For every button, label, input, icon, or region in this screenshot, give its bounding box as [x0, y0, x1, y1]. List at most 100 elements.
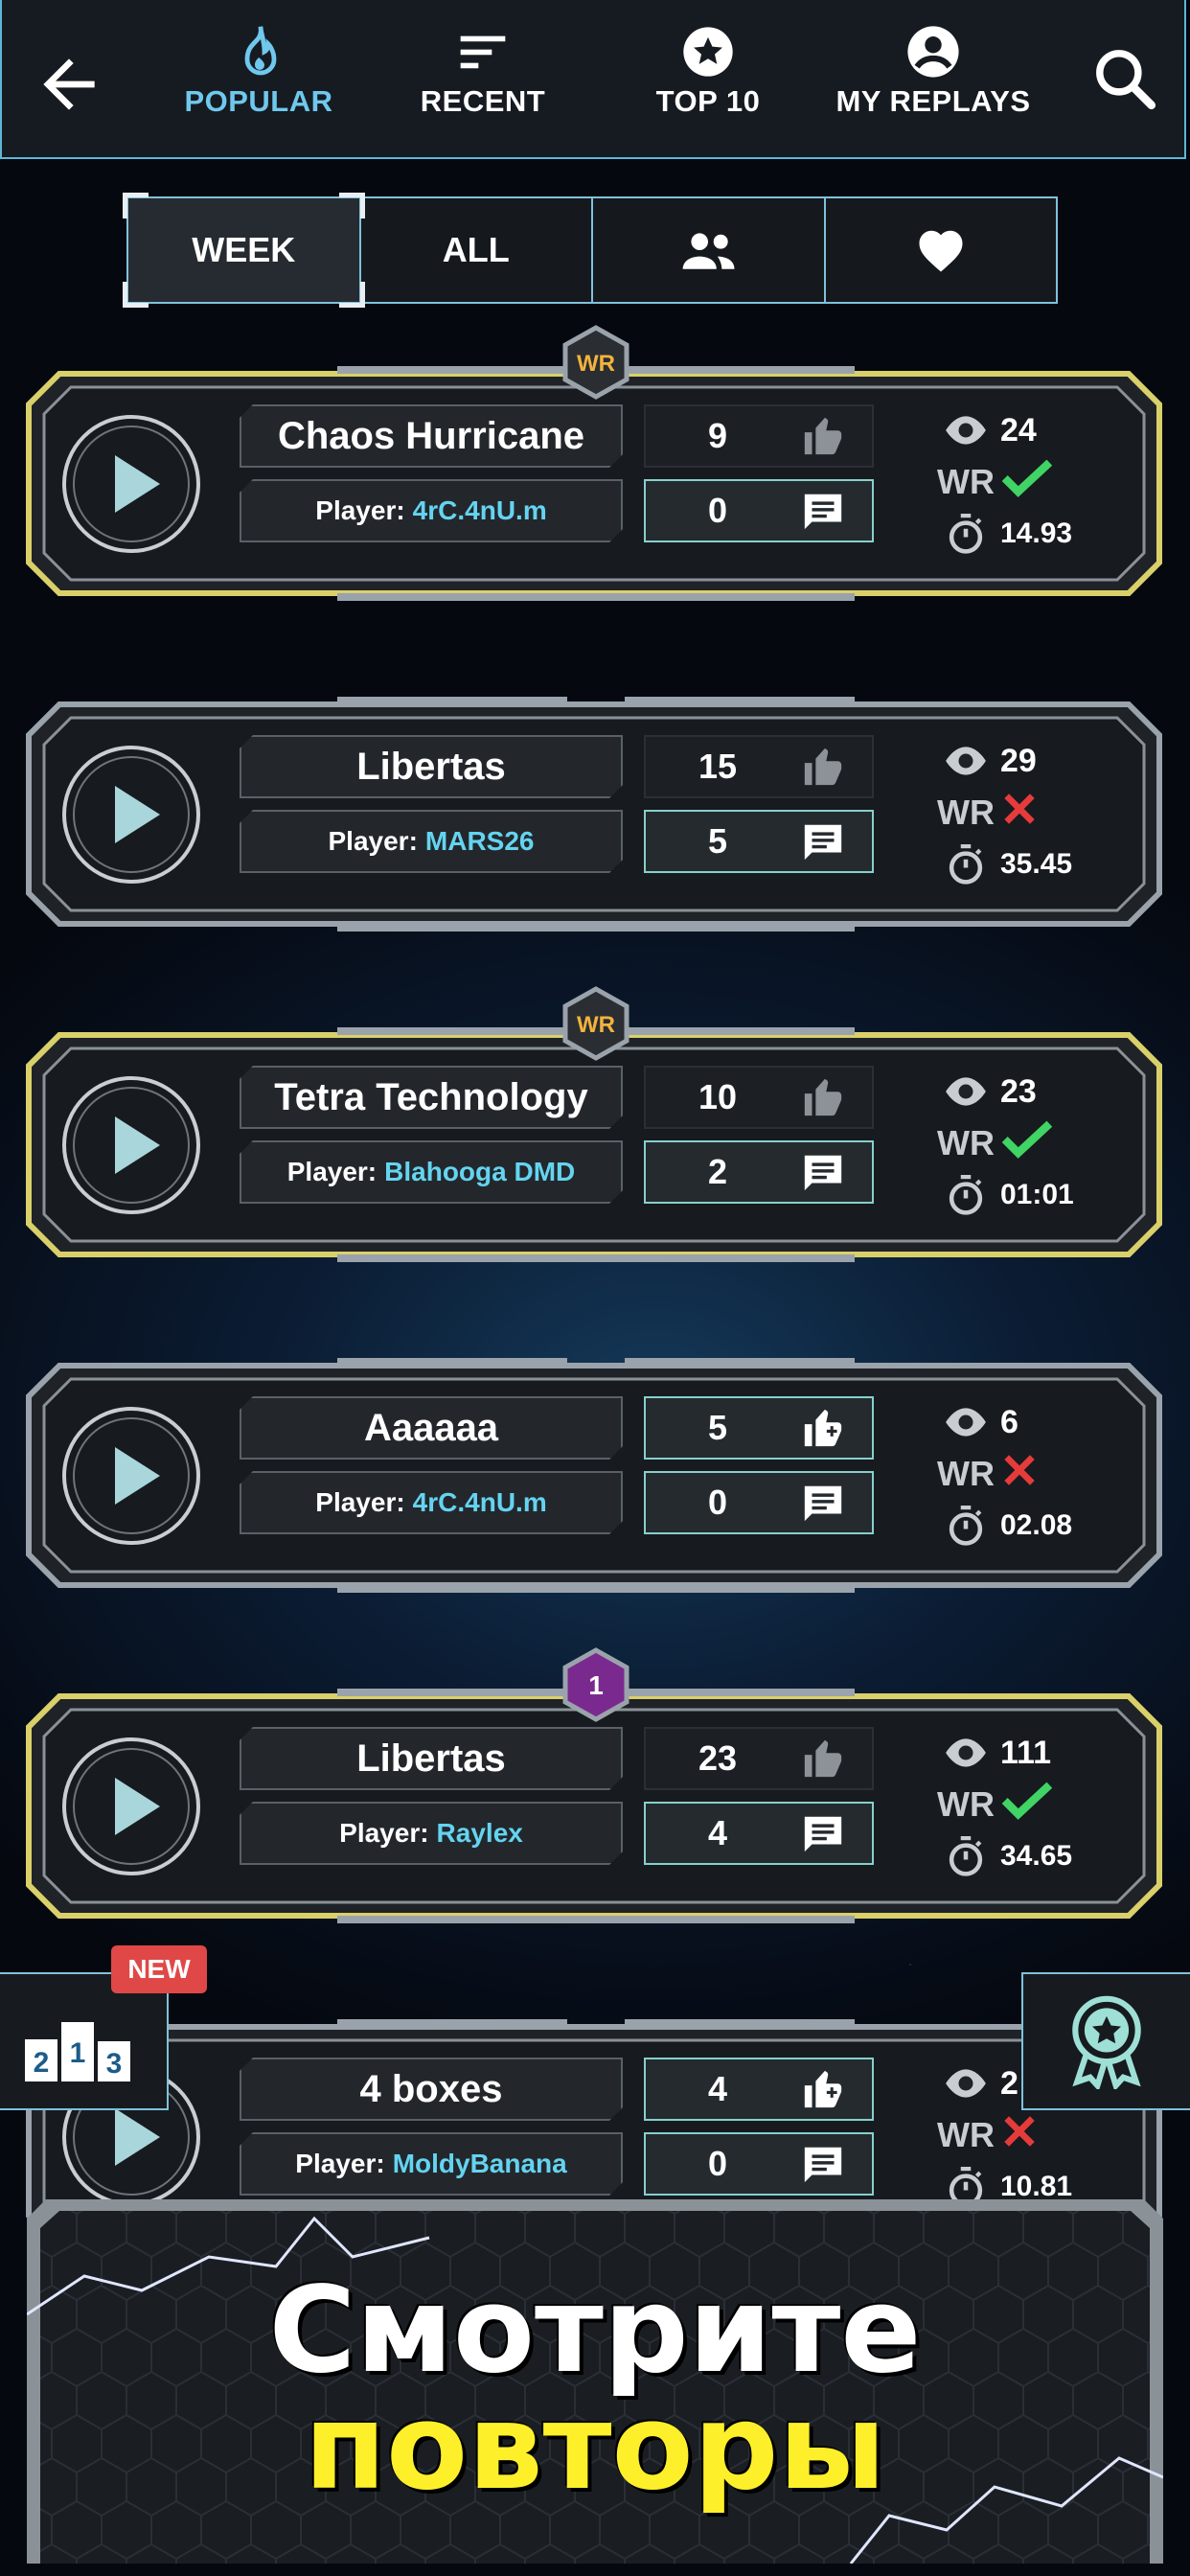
- check-icon: [1001, 1120, 1053, 1159]
- comment-count: 0: [707, 2144, 728, 2183]
- world-record-row: WR: [931, 1448, 1123, 1500]
- tab-label: MY REPLAYS: [835, 84, 1031, 118]
- replay-time: 01:01: [1000, 1179, 1074, 1210]
- check-icon: [1001, 459, 1053, 497]
- player-name[interactable]: MARS26: [425, 826, 535, 857]
- search-button[interactable]: [1089, 43, 1166, 120]
- comments-button[interactable]: 2: [644, 1140, 874, 1204]
- filter-bar: WEEK ALL: [123, 193, 1058, 308]
- comments-button[interactable]: 0: [644, 479, 874, 542]
- player-name[interactable]: Blahooga DMD: [384, 1157, 575, 1187]
- views-row: 24: [931, 404, 1123, 456]
- thumb-up-plus-icon: [804, 1409, 842, 1447]
- player-prefix: Player:: [295, 2149, 385, 2178]
- tab-recent[interactable]: RECENT: [378, 19, 588, 144]
- eye-icon: [946, 1408, 986, 1437]
- comment-icon: [804, 824, 842, 861]
- comments-button[interactable]: 4: [644, 1802, 874, 1865]
- comments-button[interactable]: 0: [644, 2132, 874, 2196]
- view-count: 111: [1000, 1734, 1051, 1771]
- thumb-up-icon: [804, 748, 842, 786]
- promo-headline-line-2: повторы: [304, 2379, 886, 2517]
- views-row: 6: [931, 1396, 1123, 1448]
- play-button[interactable]: [59, 1404, 203, 1548]
- replay-time: 35.45: [1000, 848, 1073, 880]
- like-button[interactable]: 9: [644, 404, 874, 468]
- search-icon: [1096, 50, 1156, 110]
- world-record-row: WR: [931, 456, 1123, 508]
- replay-player: Player: MoldyBanana: [240, 2132, 623, 2196]
- stopwatch-icon: [949, 1836, 983, 1876]
- time-row: 34.65: [931, 1830, 1123, 1882]
- tab-label: POPULAR: [184, 84, 333, 118]
- selection-corner: [338, 193, 365, 218]
- world-record-row: WR: [931, 2109, 1123, 2161]
- tab-popular[interactable]: POPULAR: [153, 19, 364, 144]
- filter-favorites-button[interactable]: [826, 198, 1057, 302]
- play-button[interactable]: [59, 743, 203, 886]
- eye-icon: [946, 2069, 986, 2098]
- replay-stats: 24 WR 14.93: [931, 404, 1123, 560]
- comment-icon: [804, 494, 842, 530]
- time-row: 02.08: [931, 1500, 1123, 1552]
- tab-label: TOP 10: [655, 84, 761, 118]
- filter-friends-button[interactable]: [593, 198, 826, 302]
- replay-time: 34.65: [1000, 1840, 1073, 1872]
- filter-all-button[interactable]: ALL: [361, 198, 593, 302]
- filter-week-button[interactable]: WEEK: [123, 193, 365, 308]
- replay-time: 02.08: [1000, 1509, 1073, 1541]
- like-count: 15: [698, 747, 738, 786]
- views-row: 29: [931, 735, 1123, 787]
- stopwatch-icon: [949, 1175, 983, 1215]
- replay-card[interactable]: 1 Libertas Player: Raylex 23 4 111 WR 34.65: [21, 1647, 1167, 1923]
- like-button[interactable]: 10: [644, 1066, 874, 1129]
- svg-text:1: 1: [70, 2037, 86, 2069]
- replay-player: Player: 4rC.4nU.m: [240, 1471, 623, 1534]
- replay-card[interactable]: WR Tetra Technology Player: Blahooga DMD 10 2…: [21, 986, 1167, 1262]
- player-name[interactable]: Raylex: [437, 1818, 523, 1849]
- like-count: 23: [698, 1738, 738, 1778]
- player-name[interactable]: 4rC.4nU.m: [413, 1487, 547, 1518]
- comments-button[interactable]: 0: [644, 1471, 874, 1534]
- world-record-row: WR: [931, 1779, 1123, 1830]
- like-button[interactable]: 4: [644, 2058, 874, 2121]
- replay-card[interactable]: Libertas Player: MARS26 15 5 29 WR 35.45: [21, 697, 1167, 932]
- comment-icon: [804, 1485, 842, 1522]
- tab-my-replays[interactable]: MY REPLAYS: [828, 19, 1039, 144]
- replay-stats: 111 WR 34.65: [931, 1727, 1123, 1882]
- rank-badge: 1: [562, 1647, 629, 1722]
- stopwatch-icon: [949, 514, 983, 554]
- like-count: 9: [707, 416, 728, 455]
- comments-button[interactable]: 5: [644, 810, 874, 873]
- player-name[interactable]: MoldyBanana: [393, 2149, 567, 2179]
- play-circle-icon: [62, 746, 200, 884]
- eye-icon: [946, 1738, 986, 1767]
- replay-stats: 23 WR 01:01: [931, 1066, 1123, 1221]
- cross-icon: [1004, 793, 1035, 824]
- replay-card[interactable]: Aaaaaa Player: 4rC.4nU.m 5 0 6 WR 02.08: [21, 1358, 1167, 1593]
- achievements-button[interactable]: [1021, 1972, 1190, 2110]
- replay-player: Player: Blahooga DMD: [240, 1140, 623, 1204]
- like-button[interactable]: 5: [644, 1396, 874, 1460]
- like-button[interactable]: 23: [644, 1727, 874, 1790]
- back-button[interactable]: [31, 46, 107, 123]
- badge-text: WR: [577, 351, 615, 377]
- play-button[interactable]: [59, 1073, 203, 1217]
- world-record-row: WR: [931, 787, 1123, 839]
- replay-card[interactable]: WR Chaos Hurricane Player: 4rC.4nU.m 9 0 24 WR 1…: [21, 325, 1167, 601]
- svg-text:3: 3: [106, 2048, 123, 2080]
- player-name[interactable]: 4rC.4nU.m: [413, 495, 547, 526]
- eye-icon: [946, 416, 986, 445]
- award-badge-icon: [1072, 1995, 1141, 2089]
- play-button[interactable]: [59, 412, 203, 556]
- like-button[interactable]: 15: [644, 735, 874, 798]
- play-button[interactable]: [59, 1735, 203, 1878]
- view-count: 23: [1000, 1072, 1037, 1110]
- comment-count: 0: [707, 1483, 728, 1522]
- heart-icon: [919, 230, 963, 272]
- like-count: 10: [698, 1077, 738, 1116]
- play-circle-icon: [62, 1737, 200, 1875]
- flame-icon: [244, 26, 277, 76]
- wr-label: WR: [937, 793, 995, 832]
- tab-top-10[interactable]: TOP 10: [603, 19, 813, 144]
